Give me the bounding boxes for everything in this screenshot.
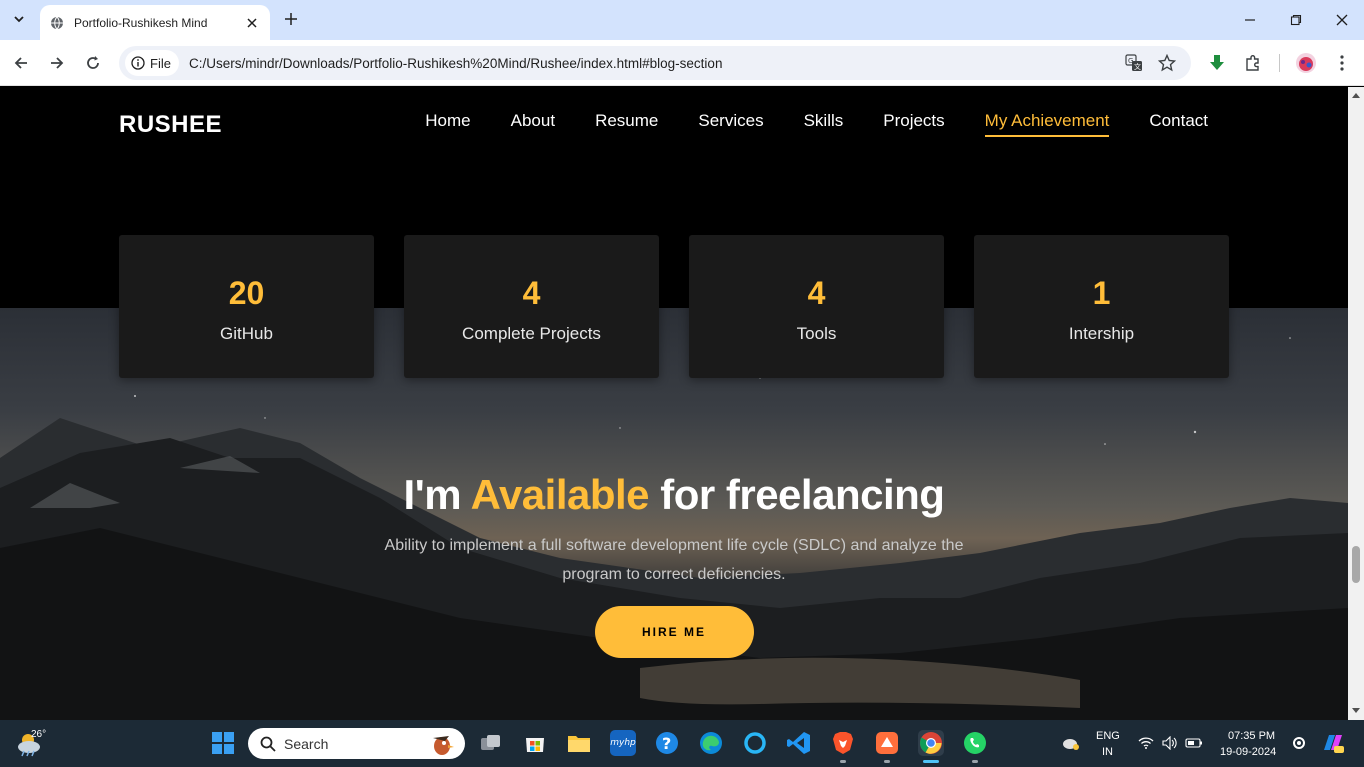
stat-label: Complete Projects: [462, 324, 601, 343]
close-window-icon[interactable]: [1330, 8, 1354, 32]
brave-browser-icon[interactable]: [830, 730, 856, 756]
onedrive-cloud-icon[interactable]: [1062, 734, 1080, 752]
url-text[interactable]: C:/Users/mindr/Downloads/Portfolio-Rushi…: [189, 56, 723, 71]
scrollbar-thumb[interactable]: [1352, 546, 1360, 583]
nav-link-home[interactable]: Home: [425, 111, 470, 137]
download-icon[interactable]: [1205, 51, 1229, 75]
clock-date[interactable]: 19-09-2024: [1220, 746, 1276, 758]
profile-avatar[interactable]: [1294, 51, 1318, 75]
minimize-icon[interactable]: [1238, 8, 1262, 32]
running-indicator: [884, 760, 890, 763]
myhp-icon[interactable]: myhp: [610, 730, 636, 756]
nav-link-my-achievement[interactable]: My Achievement: [984, 111, 1109, 137]
extensions-puzzle-icon[interactable]: [1241, 51, 1265, 75]
close-tab-icon[interactable]: [244, 15, 260, 31]
stat-value: 20: [228, 275, 265, 311]
heading-prefix: I'm: [403, 471, 471, 518]
heading-accent: Available: [470, 471, 650, 518]
page-scrollbar[interactable]: [1348, 87, 1364, 720]
new-tab-icon[interactable]: [282, 10, 300, 28]
stat-value: 4: [807, 275, 826, 311]
stat-card-complete-projects: 4 Complete Projects: [404, 235, 659, 378]
notification-settings-icon[interactable]: [1290, 734, 1308, 752]
stat-value: 4: [522, 275, 541, 311]
active-indicator: [923, 760, 939, 763]
hire-me-button[interactable]: HIRE ME: [594, 606, 754, 658]
stat-card-tools: 4 Tools: [689, 235, 944, 378]
browser-tab[interactable]: Portfolio-Rushikesh Mind: [40, 5, 270, 40]
scroll-up-arrow-icon[interactable]: [1351, 90, 1361, 100]
whatsapp-icon[interactable]: [962, 730, 988, 756]
nav-link-contact[interactable]: Contact: [1149, 111, 1208, 137]
nav-link-about[interactable]: About: [511, 111, 555, 137]
translate-icon[interactable]: G文: [1124, 53, 1144, 73]
address-bar[interactable]: File C:/Users/mindr/Downloads/Portfolio-…: [119, 46, 1191, 80]
file-explorer-icon[interactable]: [566, 730, 592, 756]
page-viewport: RUSHEE Home About Resume Services Skills…: [0, 87, 1348, 720]
browser-tab-strip: Portfolio-Rushikesh Mind: [0, 0, 1364, 40]
cortana-ring-icon[interactable]: [742, 730, 768, 756]
taskbar-search-box[interactable]: Search: [248, 728, 465, 759]
globe-icon: [51, 16, 63, 29]
search-placeholder: Search: [284, 735, 329, 752]
toolbar-divider: [1279, 54, 1280, 72]
running-indicator: [972, 760, 978, 763]
stat-card-internship: 1 Intership: [974, 235, 1229, 378]
weather-temperature: 26°: [31, 729, 47, 740]
freelance-section: I'm Available for freelancing Ability to…: [0, 471, 1348, 658]
svg-text:文: 文: [1134, 62, 1141, 71]
back-arrow-icon[interactable]: [9, 51, 33, 75]
windows-start-icon[interactable]: [210, 730, 236, 756]
site-logo[interactable]: RUSHEE: [119, 111, 222, 139]
help-icon[interactable]: ?: [654, 730, 680, 756]
stat-label: Intership: [1068, 324, 1135, 343]
site-info-chip[interactable]: File: [125, 50, 179, 76]
nav-link-services[interactable]: Services: [698, 111, 763, 137]
task-view-icon[interactable]: [478, 730, 504, 756]
stat-value: 1: [1092, 275, 1111, 311]
microsoft-store-icon[interactable]: [522, 730, 548, 756]
more-menu-icon[interactable]: [1330, 51, 1354, 75]
nav-link-projects[interactable]: Projects: [883, 111, 944, 137]
reload-icon[interactable]: [81, 51, 105, 75]
language-region[interactable]: IN: [1102, 746, 1113, 758]
nav-link-resume[interactable]: Resume: [595, 111, 658, 137]
copilot-icon[interactable]: [1320, 732, 1346, 754]
tab-title: Portfolio-Rushikesh Mind: [74, 15, 208, 30]
stat-card-github: 20 GitHub: [119, 235, 374, 378]
scroll-down-arrow-icon[interactable]: [1351, 706, 1361, 716]
restore-icon[interactable]: [1284, 8, 1308, 32]
site-navbar: RUSHEE Home About Resume Services Skills…: [0, 87, 1348, 159]
info-icon: [131, 56, 145, 70]
stat-label: Tools: [796, 324, 837, 343]
achievement-stats: 20 GitHub 4 Complete Projects 4 Tools 1 …: [119, 235, 1229, 378]
search-highlight-bird-icon: [433, 736, 454, 755]
bookmark-star-icon[interactable]: [1157, 53, 1177, 73]
svg-text:?: ?: [662, 734, 671, 753]
tab-search-chevron-icon[interactable]: [8, 8, 30, 30]
stat-label: GitHub: [220, 324, 273, 343]
freelance-description: Ability to implement a full software dev…: [384, 537, 964, 583]
wifi-icon[interactable]: [1137, 734, 1155, 752]
chrome-icon[interactable]: [918, 730, 944, 756]
windows-taskbar: 26° Search myhp ? ENG IN 07:35 PM 19-09-…: [0, 720, 1364, 767]
nav-menu: Home About Resume Services Skills Projec…: [425, 111, 1208, 137]
orange-app-icon[interactable]: [874, 730, 900, 756]
language-code[interactable]: ENG: [1096, 730, 1120, 742]
vscode-icon[interactable]: [786, 730, 812, 756]
forward-arrow-icon[interactable]: [45, 51, 69, 75]
browser-toolbar: File C:/Users/mindr/Downloads/Portfolio-…: [0, 40, 1364, 86]
edge-browser-icon[interactable]: [698, 730, 724, 756]
volume-icon[interactable]: [1161, 734, 1179, 752]
nav-link-skills[interactable]: Skills: [804, 111, 844, 137]
clock-time[interactable]: 07:35 PM: [1228, 730, 1275, 742]
search-icon: [260, 736, 276, 752]
heading-suffix: for freelancing: [649, 471, 945, 518]
running-indicator: [840, 760, 846, 763]
chip-label: File: [150, 55, 171, 71]
battery-icon[interactable]: [1185, 734, 1203, 752]
freelance-heading: I'm Available for freelancing: [0, 471, 1348, 519]
